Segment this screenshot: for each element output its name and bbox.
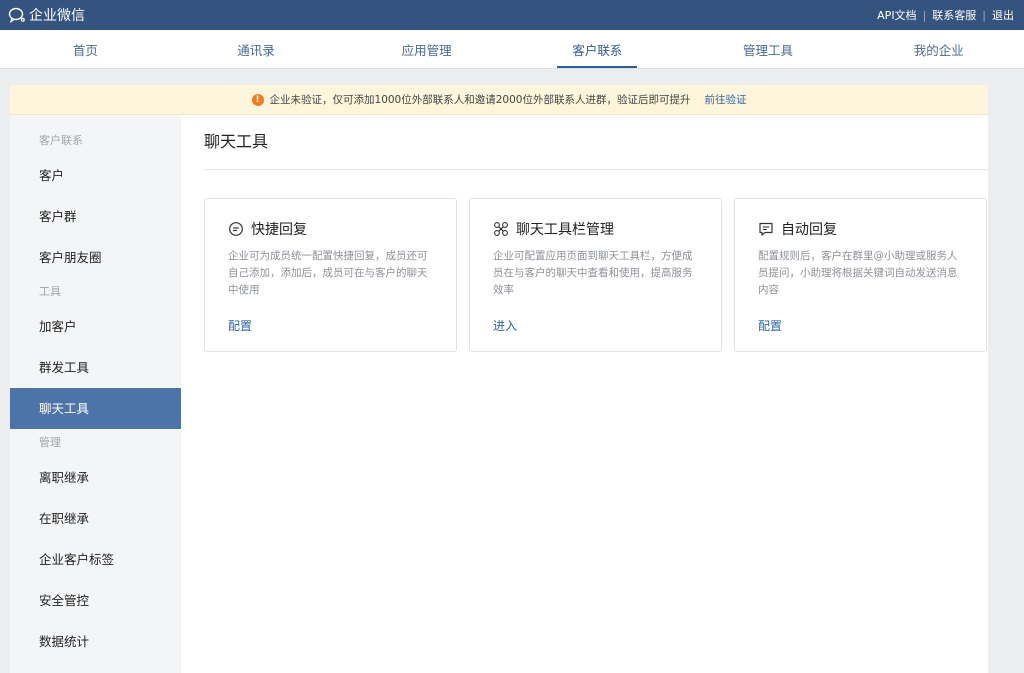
sidebar-item-customers[interactable]: 客户 — [10, 155, 181, 196]
page-title: 聊天工具 — [204, 115, 988, 170]
configure-button[interactable]: 配置 — [228, 317, 252, 334]
warning-icon: ! — [251, 93, 264, 106]
configure-button[interactable]: 配置 — [758, 317, 782, 334]
top-links: API文档 | 联系客服 | 退出 — [877, 7, 1014, 23]
card-description: 企业可配置应用页面到聊天工具栏，方便成员在与客户的聊天中查看和使用，提高服务效率 — [493, 250, 693, 296]
sidebar-group-tools: 工具 — [39, 285, 61, 298]
api-docs-link[interactable]: API文档 — [877, 7, 916, 23]
app-title: 企业微信 — [29, 8, 85, 24]
tab-home[interactable]: 首页 — [0, 30, 171, 68]
sidebar-item-customer-tags[interactable]: 企业客户标签 — [10, 539, 181, 580]
top-bar: 企业微信 API文档 | 联系客服 | 退出 — [0, 0, 1024, 30]
card-description: 配置规则后，客户在群里@小助理或服务人员提问，小助理将根据关键词自动发送消息内容 — [758, 250, 958, 296]
sidebar-item-onjob-transfer[interactable]: 在职继承 — [10, 498, 181, 539]
sidebar-item-customer-groups[interactable]: 客户群 — [10, 196, 181, 237]
verification-notice: ! 企业未验证，仅可添加1000位外部联系人和邀请2000位外部联系人进群，验证… — [10, 85, 988, 115]
sidebar: 客户联系 客户 客户群 客户朋友圈 工具 加客户 群发工具 聊天工具 管理 离职… — [10, 115, 181, 673]
brand[interactable]: 企业微信 — [8, 5, 85, 25]
auto-reply-icon — [759, 222, 773, 236]
tab-my-company[interactable]: 我的企业 — [853, 30, 1024, 68]
tab-customer-contact[interactable]: 客户联系 — [512, 30, 683, 68]
content-panel: ! 企业未验证，仅可添加1000位外部联系人和邀请2000位外部联系人进群，验证… — [10, 85, 988, 673]
sidebar-item-security[interactable]: 安全管控 — [10, 580, 181, 621]
card-title: 快捷回复 — [251, 222, 307, 238]
wecom-logo-icon — [8, 7, 25, 23]
sidebar-item-resigned-transfer[interactable]: 离职继承 — [10, 457, 181, 498]
verify-link[interactable]: 前往验证 — [704, 92, 746, 107]
sidebar-item-mass-send[interactable]: 群发工具 — [10, 347, 181, 388]
toolbar-icon — [494, 222, 508, 236]
logout-link[interactable]: 退出 — [992, 7, 1014, 23]
main-content: 聊天工具 快捷回复 企业可为成员统一配置快捷回复，成员还可自己添加，添加后，成员… — [181, 115, 988, 673]
quick-reply-icon — [229, 222, 243, 236]
tab-management-tools[interactable]: 管理工具 — [683, 30, 854, 68]
sidebar-item-chat-tools[interactable]: 聊天工具 — [10, 388, 181, 429]
card-quick-reply: 快捷回复 企业可为成员统一配置快捷回复，成员还可自己添加，添加后，成员可在与客户… — [204, 198, 457, 352]
notice-text: 企业未验证，仅可添加1000位外部联系人和邀请2000位外部联系人进群，验证后即… — [269, 94, 691, 106]
card-chat-toolbar: 聊天工具栏管理 企业可配置应用页面到聊天工具栏，方便成员在与客户的聊天中查看和使… — [469, 198, 722, 352]
card-title: 聊天工具栏管理 — [516, 222, 614, 238]
divider: | — [982, 8, 986, 22]
sidebar-item-statistics[interactable]: 数据统计 — [10, 621, 181, 662]
divider: | — [922, 8, 927, 22]
sidebar-item-add-customer[interactable]: 加客户 — [10, 306, 181, 347]
tab-app-management[interactable]: 应用管理 — [341, 30, 512, 68]
tool-cards: 快捷回复 企业可为成员统一配置快捷回复，成员还可自己添加，添加后，成员可在与客户… — [204, 198, 988, 352]
sidebar-group-customer-contact: 客户联系 — [39, 134, 83, 147]
tab-contacts[interactable]: 通讯录 — [171, 30, 342, 68]
sidebar-item-moments[interactable]: 客户朋友圈 — [10, 237, 181, 278]
contact-support-link[interactable]: 联系客服 — [932, 7, 976, 23]
card-title: 自动回复 — [781, 222, 837, 238]
sidebar-group-management: 管理 — [39, 436, 61, 449]
card-auto-reply: 自动回复 配置规则后，客户在群里@小助理或服务人员提问，小助理将根据关键词自动发… — [734, 198, 987, 352]
main-nav: 首页 通讯录 应用管理 客户联系 管理工具 我的企业 — [0, 30, 1024, 69]
card-description: 企业可为成员统一配置快捷回复，成员还可自己添加，添加后，成员可在与客户的聊天中使… — [228, 250, 428, 296]
enter-button[interactable]: 进入 — [493, 317, 517, 334]
